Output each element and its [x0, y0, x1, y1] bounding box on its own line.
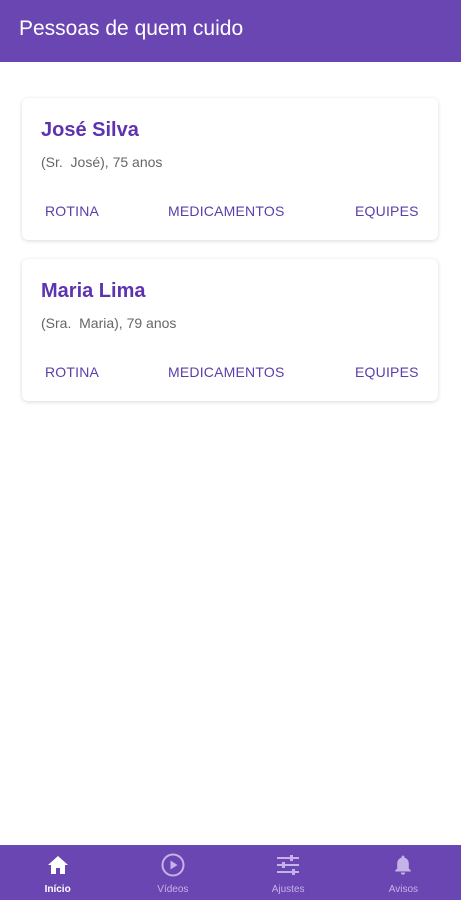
- nav-item-ajustes[interactable]: Ajustes: [231, 845, 346, 900]
- rotina-button[interactable]: ROTINA: [45, 203, 99, 219]
- nav-item-inicio[interactable]: Início: [0, 845, 115, 900]
- app-bar: Pessoas de quem cuido: [0, 0, 461, 62]
- person-details: (Sr. José), 75 anos: [41, 154, 163, 170]
- nav-label: Ajustes: [271, 884, 305, 895]
- card-actions: ROTINA MEDICAMENTOS EQUIPES: [22, 203, 438, 223]
- nav-label: Avisos: [388, 884, 419, 895]
- person-card-maria[interactable]: Maria Lima (Sra. Maria), 79 anos ROTINA …: [22, 259, 438, 401]
- page-title: Pessoas de quem cuido: [19, 17, 244, 40]
- nav-label: Início: [44, 884, 71, 895]
- nav-label: Vídeos: [157, 884, 189, 895]
- nav-item-avisos[interactable]: Avisos: [346, 845, 461, 900]
- medicamentos-button[interactable]: MEDICAMENTOS: [168, 364, 285, 380]
- nav-item-videos[interactable]: Vídeos: [115, 845, 230, 900]
- bottom-navigation: Início Vídeos Ajustes Avisos: [0, 845, 461, 900]
- play-circle-icon: [160, 852, 186, 878]
- person-card-jose[interactable]: José Silva (Sr. José), 75 anos ROTINA ME…: [22, 98, 438, 240]
- person-details: (Sra. Maria), 79 anos: [41, 315, 177, 331]
- person-name[interactable]: Maria Lima: [41, 280, 145, 303]
- equipes-button[interactable]: EQUIPES: [355, 203, 419, 219]
- person-name[interactable]: José Silva: [41, 119, 139, 142]
- app-screen: Pessoas de quem cuido José Silva (Sr. Jo…: [0, 0, 461, 900]
- bell-icon: [390, 852, 416, 878]
- rotina-button[interactable]: ROTINA: [45, 364, 99, 380]
- card-actions: ROTINA MEDICAMENTOS EQUIPES: [22, 364, 438, 384]
- people-list: José Silva (Sr. José), 75 anos ROTINA ME…: [0, 62, 461, 845]
- home-icon: [45, 852, 71, 878]
- sliders-icon: [275, 852, 301, 878]
- medicamentos-button[interactable]: MEDICAMENTOS: [168, 203, 285, 219]
- equipes-button[interactable]: EQUIPES: [355, 364, 419, 380]
